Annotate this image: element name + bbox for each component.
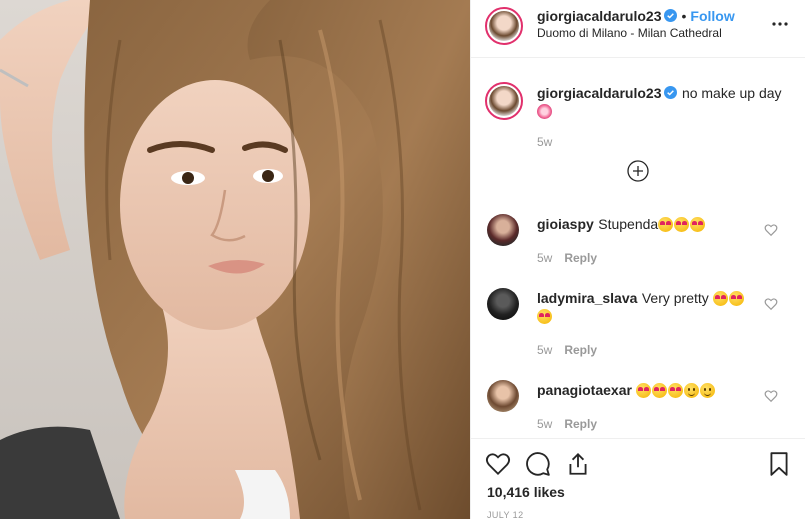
load-more-comments-icon[interactable] <box>627 160 649 182</box>
share-icon[interactable] <box>565 451 591 477</box>
heart-eyes-emoji-icon <box>668 383 684 398</box>
comment-time: 5w <box>537 343 553 357</box>
comment-text: Stupenda <box>598 216 659 232</box>
heart-eyes-emoji-icon <box>690 217 706 232</box>
hibiscus-emoji-icon <box>537 104 552 119</box>
likes-count[interactable]: 10,416 likes <box>487 484 565 500</box>
post-date[interactable]: JULY 12 <box>487 510 524 519</box>
commenter-avatar[interactable] <box>487 288 519 320</box>
heart-eyes-emoji-icon <box>652 383 668 398</box>
post-side-panel: giorgiacaldarulo23 • Follow Duomo di Milan… <box>470 0 805 519</box>
bookmark-icon[interactable] <box>766 451 792 477</box>
heart-eyes-emoji-icon <box>729 291 745 306</box>
like-comment-heart-icon[interactable] <box>764 223 778 237</box>
more-options-icon[interactable] <box>770 16 790 32</box>
author-avatar[interactable] <box>485 7 523 45</box>
post-location[interactable]: Duomo di Milano - Milan Cathedral <box>537 26 722 40</box>
caption-time: 5w <box>537 135 553 149</box>
post-photo[interactable] <box>0 0 470 519</box>
post-caption: giorgiacaldarulo23 no make up day 5w <box>471 82 805 152</box>
comment-icon[interactable] <box>525 451 551 477</box>
caption-author-avatar[interactable] <box>485 82 523 120</box>
verified-badge-icon <box>664 86 678 99</box>
heart-eyes-emoji-icon <box>658 217 674 232</box>
comment-item: panagiotaexar 5w Reply <box>471 378 805 438</box>
comment-username[interactable]: panagiotaexar <box>537 382 632 398</box>
comment-username[interactable]: ladymira_slava <box>537 290 637 306</box>
comment-item: ladymira_slava Very pretty 5w Reply <box>471 286 805 357</box>
heart-eyes-emoji-icon <box>713 291 729 306</box>
comment-time: 5w <box>537 417 553 431</box>
comment-text: Very pretty <box>641 290 709 306</box>
commenter-avatar[interactable] <box>487 214 519 246</box>
caption-text: no make up day <box>681 85 782 101</box>
caption-username[interactable]: giorgiacaldarulo23 <box>537 85 661 101</box>
smile-emoji-icon <box>700 383 716 398</box>
separator-dot: • <box>681 8 687 24</box>
follow-button[interactable]: Follow <box>690 8 734 24</box>
comment-username[interactable]: gioiaspy <box>537 216 594 232</box>
heart-eyes-emoji-icon <box>537 309 552 324</box>
heart-icon[interactable] <box>485 451 511 477</box>
verified-badge-icon <box>664 9 678 22</box>
heart-eyes-emoji-icon <box>674 217 690 232</box>
post-action-bar <box>471 438 805 519</box>
comment-time: 5w <box>537 251 553 265</box>
like-comment-heart-icon[interactable] <box>764 297 778 311</box>
post-header: giorgiacaldarulo23 • Follow Duomo di Milan… <box>471 0 805 58</box>
comment-item: gioiaspy Stupenda 5w Reply <box>471 212 805 272</box>
reply-button[interactable]: Reply <box>564 417 597 431</box>
author-username[interactable]: giorgiacaldarulo23 <box>537 8 661 24</box>
commenter-avatar[interactable] <box>487 380 519 412</box>
smile-emoji-icon <box>684 383 700 398</box>
heart-eyes-emoji-icon <box>636 383 652 398</box>
like-comment-heart-icon[interactable] <box>764 389 778 403</box>
reply-button[interactable]: Reply <box>564 343 597 357</box>
reply-button[interactable]: Reply <box>564 251 597 265</box>
